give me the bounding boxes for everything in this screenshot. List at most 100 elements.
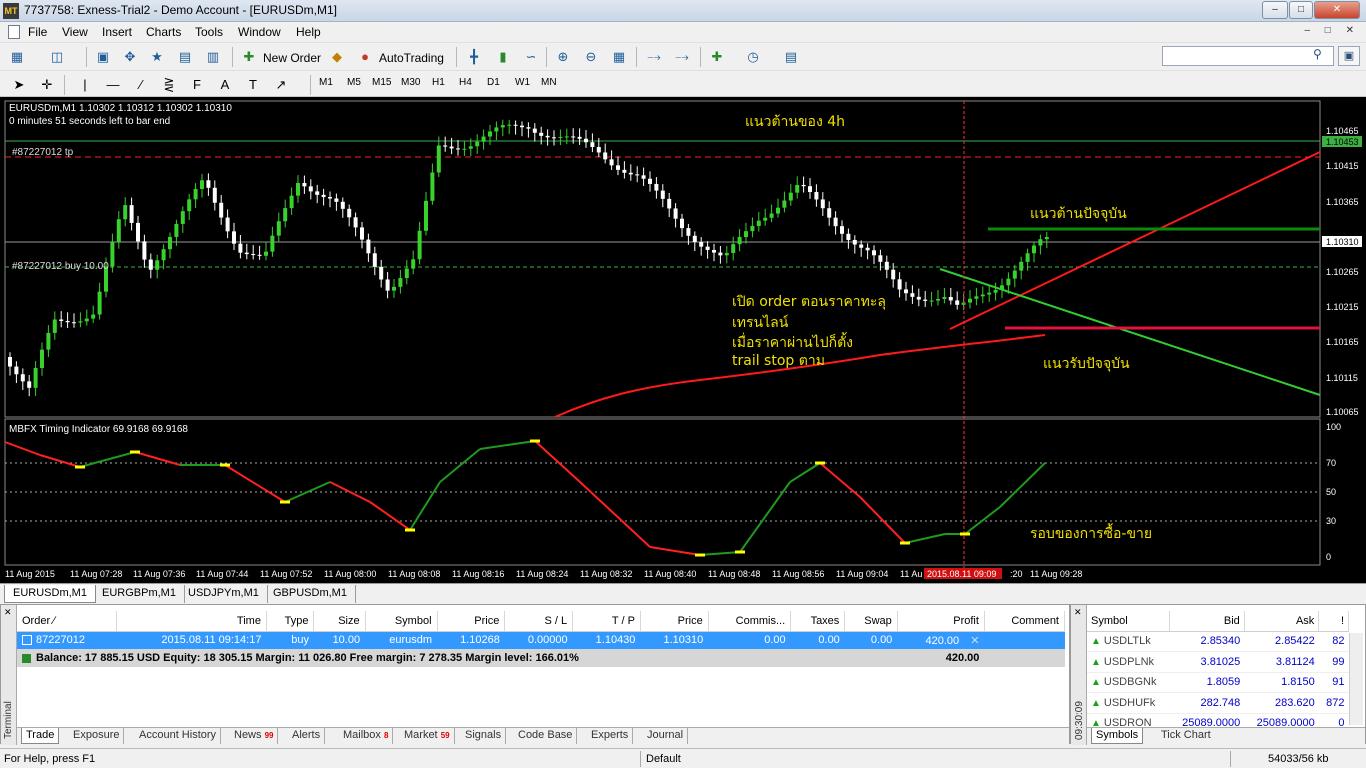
terminal-tab-market[interactable]: Market 59 (400, 728, 455, 744)
menu-file[interactable]: File (28, 25, 47, 39)
community-icon[interactable]: ▣ (1338, 46, 1360, 66)
terminal-tab-account-history[interactable]: Account History (135, 728, 222, 744)
profiles-icon[interactable]: ◫ (48, 48, 66, 66)
column-header[interactable]: Order ∕ (17, 611, 117, 632)
data-window-icon[interactable]: ✥ (121, 48, 139, 66)
red-uptrend-line[interactable] (949, 151, 1321, 330)
templates-icon[interactable]: ▤ (782, 48, 800, 66)
timeframe-mn[interactable]: MN (541, 77, 557, 88)
order-tp-cell[interactable]: 1.10430 (572, 631, 641, 649)
text-icon[interactable]: A (216, 76, 234, 94)
column-header[interactable]: S / L (504, 611, 574, 632)
symbol-row[interactable]: ▲ USDHUFk 282.748 283.620 872 (1087, 692, 1349, 714)
minimize-button[interactable]: – (1262, 1, 1288, 19)
timeframe-m15[interactable]: M15 (372, 77, 391, 88)
column-header[interactable]: Taxes (790, 611, 846, 632)
autotrading-icon[interactable]: ● (356, 48, 374, 66)
trendline-icon[interactable]: ∕ (132, 76, 150, 94)
symbol-row[interactable]: ▲ USDLTLk 2.85340 2.85422 82 (1087, 631, 1349, 652)
vertical-line-icon[interactable]: | (76, 76, 94, 94)
bar-chart-icon[interactable]: ╋ (465, 48, 483, 66)
text-label-icon[interactable]: T (244, 76, 262, 94)
menu-help[interactable]: Help (296, 25, 321, 39)
column-header[interactable]: Symbol (365, 611, 438, 632)
menu-view[interactable]: View (62, 25, 88, 39)
auto-scroll-icon[interactable]: ⤍ (645, 48, 663, 66)
terminal-tab-journal[interactable]: Journal (643, 728, 689, 744)
column-header[interactable]: Time (116, 611, 267, 632)
menu-insert[interactable]: Insert (102, 25, 132, 39)
cursor-icon[interactable]: ➤ (10, 76, 28, 94)
terminal-tab-signals[interactable]: Signals (461, 728, 507, 744)
zoom-out-icon[interactable]: ⊖ (582, 48, 600, 66)
column-header[interactable]: Commis... (708, 611, 792, 632)
terminal-tab-trade[interactable]: Trade (21, 728, 60, 744)
terminal-tab-experts[interactable]: Experts (587, 728, 634, 744)
tile-windows-icon[interactable]: ▦ (610, 48, 628, 66)
timeframe-h1[interactable]: H1 (432, 77, 445, 88)
chart-window[interactable]: EURUSDm,M1 1.10302 1.10312 1.10302 1.103… (0, 97, 1366, 583)
navigator-icon[interactable]: ★ (148, 48, 166, 66)
market-watch-icon[interactable]: ▣ (94, 48, 112, 66)
column-header[interactable]: Profit (897, 611, 985, 632)
symbol-row[interactable]: ▲ USDPLNk 3.81025 3.81124 99 (1087, 651, 1349, 673)
horizontal-line-icon[interactable]: — (104, 76, 122, 94)
crosshair-icon[interactable]: ✛ (38, 76, 56, 94)
equidistant-channel-icon[interactable]: ⋛ (160, 76, 178, 94)
strategy-tester-icon[interactable]: ▥ (204, 48, 222, 66)
chart-shift-icon[interactable]: ⤍ (673, 48, 691, 66)
column-header[interactable]: Swap (844, 611, 898, 632)
autotrading-button[interactable]: AutoTrading (379, 51, 444, 65)
metaeditor-icon[interactable]: ◆ (328, 48, 346, 66)
tab-tick-chart[interactable]: Tick Chart (1157, 728, 1215, 744)
close-icon[interactable]: ✕ (1074, 607, 1082, 618)
scrollbar[interactable] (1349, 633, 1363, 725)
search-icon[interactable]: ⚲ (1313, 47, 1322, 61)
fibonacci-icon[interactable]: F (188, 76, 206, 94)
close-order-icon[interactable]: ✕ (970, 635, 979, 647)
mdi-window-controls[interactable]: – □ ✕ (1304, 25, 1360, 36)
document-icon[interactable] (8, 25, 20, 39)
order-sl-cell[interactable]: 0.00000 (504, 631, 573, 649)
timeframe-d1[interactable]: D1 (487, 77, 500, 88)
green-downtrend-line[interactable] (939, 268, 1321, 396)
column-symbol[interactable]: Symbol (1087, 611, 1171, 632)
timeframe-m30[interactable]: M30 (401, 77, 420, 88)
timeframe-m5[interactable]: M5 (347, 77, 361, 88)
terminal-icon[interactable]: ▤ (176, 48, 194, 66)
close-icon[interactable]: ✕ (4, 607, 12, 618)
column-header[interactable]: Size (313, 611, 366, 632)
terminal-tab-code-base[interactable]: Code Base (514, 728, 578, 744)
menu-window[interactable]: Window (238, 25, 281, 39)
terminal-tab-mailbox[interactable]: Mailbox 8 (339, 728, 394, 744)
zoom-in-icon[interactable]: ⊕ (554, 48, 572, 66)
menu-tools[interactable]: Tools (195, 25, 223, 39)
search-input[interactable] (1162, 46, 1334, 66)
close-button[interactable]: ✕ (1314, 1, 1360, 19)
new-order-button[interactable]: New Order (263, 51, 321, 65)
terminal-tab-exposure[interactable]: Exposure (69, 728, 125, 744)
terminal-tab-news[interactable]: News 99 (230, 728, 279, 744)
column-spread[interactable]: ! (1318, 611, 1349, 632)
column-header[interactable]: Price (437, 611, 506, 632)
menu-charts[interactable]: Charts (146, 25, 181, 39)
chart-tab-eurgbp[interactable]: EURGBPm,M1 (94, 585, 185, 603)
order-row[interactable]: 87227012 2015.08.11 09:14:17 buy 10.00 e… (17, 631, 1065, 649)
new-chart-icon[interactable]: ▦ (8, 48, 26, 66)
tab-symbols[interactable]: Symbols (1091, 728, 1144, 744)
column-bid[interactable]: Bid (1169, 611, 1245, 632)
new-order-icon[interactable]: ✚ (240, 48, 258, 66)
line-chart-icon[interactable]: ∽ (522, 48, 540, 66)
connection-traffic[interactable]: 54033/56 kb (1268, 753, 1329, 765)
column-header[interactable]: T / P (572, 611, 641, 632)
price-chart-canvas[interactable]: EURUSDm,M1 1.10302 1.10312 1.10302 1.103… (0, 97, 1366, 583)
terminal-tab-alerts[interactable]: Alerts (288, 728, 326, 744)
column-header[interactable]: Type (266, 611, 315, 632)
indicators-icon[interactable]: ✚ (708, 48, 726, 66)
profile-name[interactable]: Default (646, 753, 681, 765)
arrows-icon[interactable]: ↗ (272, 76, 290, 94)
maximize-button[interactable]: □ (1289, 1, 1313, 19)
chart-tab-gbpusd[interactable]: GBPUSDm,M1 (265, 585, 356, 603)
periods-icon[interactable]: ◷ (744, 48, 762, 66)
column-header[interactable]: Price (640, 611, 709, 632)
